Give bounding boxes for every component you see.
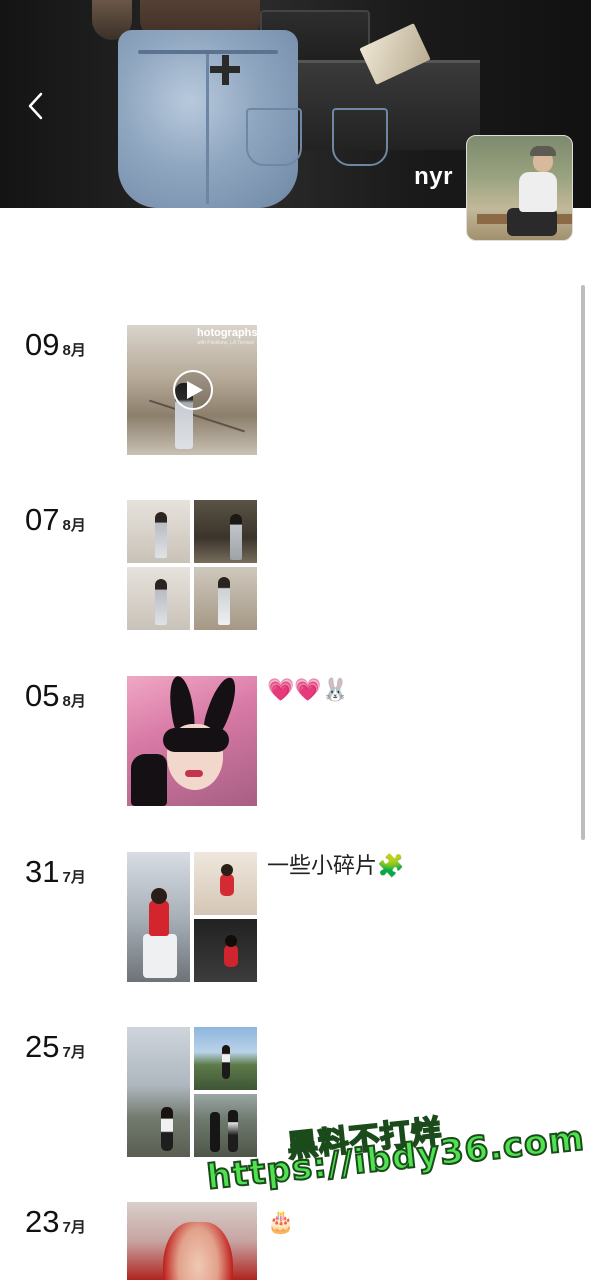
post-day: 07 bbox=[25, 502, 60, 537]
scrollbar[interactable] bbox=[581, 285, 585, 840]
post-photo-grid[interactable] bbox=[127, 1027, 257, 1157]
post-entry[interactable]: 31 7月 一些小碎片🧩 bbox=[0, 852, 591, 992]
photo-thumbnail[interactable] bbox=[194, 500, 257, 563]
post-date: 07 8月 bbox=[25, 502, 86, 538]
post-day: 23 bbox=[25, 1204, 60, 1239]
post-video-thumbnail[interactable]: hotographs with Pavilions, LA Terrace bbox=[127, 325, 257, 455]
photo-thumbnail[interactable] bbox=[194, 919, 257, 982]
photo-thumbnail[interactable] bbox=[127, 852, 190, 982]
post-caption: 🎂 bbox=[267, 1210, 295, 1235]
photo-thumbnail[interactable] bbox=[127, 1027, 190, 1157]
post-date: 23 7月 bbox=[25, 1204, 86, 1240]
post-day: 09 bbox=[25, 327, 60, 362]
post-caption: 💗💗🐰 bbox=[267, 678, 350, 703]
post-entry[interactable]: 07 8月 bbox=[0, 500, 591, 640]
post-photo-thumbnail[interactable] bbox=[127, 1202, 257, 1280]
post-day: 25 bbox=[25, 1029, 60, 1064]
play-icon bbox=[186, 381, 203, 399]
post-date: 31 7月 bbox=[25, 854, 86, 890]
photo-thumbnail[interactable] bbox=[127, 567, 190, 630]
post-caption: 一些小碎片🧩 bbox=[267, 854, 405, 879]
post-entry[interactable]: 23 7月 🎂 bbox=[0, 1202, 591, 1280]
photo-subtext: with Pavilions, LA Terrace bbox=[197, 340, 254, 346]
photo-text: hotographs bbox=[197, 327, 257, 339]
moments-timeline: 09 8月 hotographs with Pavilions, LA Terr… bbox=[0, 0, 591, 1280]
post-entry[interactable]: 09 8月 hotographs with Pavilions, LA Terr… bbox=[0, 325, 591, 465]
post-date: 25 7月 bbox=[25, 1029, 86, 1065]
post-month: 7月 bbox=[62, 1219, 86, 1236]
photo-thumbnail[interactable] bbox=[194, 567, 257, 630]
photo-thumbnail[interactable] bbox=[194, 852, 257, 915]
post-day: 31 bbox=[25, 854, 60, 889]
photo-thumbnail[interactable] bbox=[194, 1027, 257, 1090]
post-month: 8月 bbox=[62, 517, 86, 534]
post-month: 7月 bbox=[62, 1044, 86, 1061]
play-button[interactable] bbox=[173, 370, 213, 410]
post-day: 05 bbox=[25, 678, 60, 713]
post-photo-grid[interactable] bbox=[127, 852, 257, 982]
post-month: 7月 bbox=[62, 869, 86, 886]
post-date: 09 8月 bbox=[25, 327, 86, 363]
post-photo-thumbnail[interactable] bbox=[127, 676, 257, 806]
post-date: 05 8月 bbox=[25, 678, 86, 714]
post-photo-grid[interactable] bbox=[127, 500, 257, 630]
photo-thumbnail[interactable] bbox=[194, 1094, 257, 1157]
photo-thumbnail[interactable] bbox=[127, 500, 190, 563]
post-month: 8月 bbox=[62, 693, 86, 710]
post-entry[interactable]: 05 8月 💗💗🐰 bbox=[0, 676, 591, 816]
post-month: 8月 bbox=[62, 342, 86, 359]
